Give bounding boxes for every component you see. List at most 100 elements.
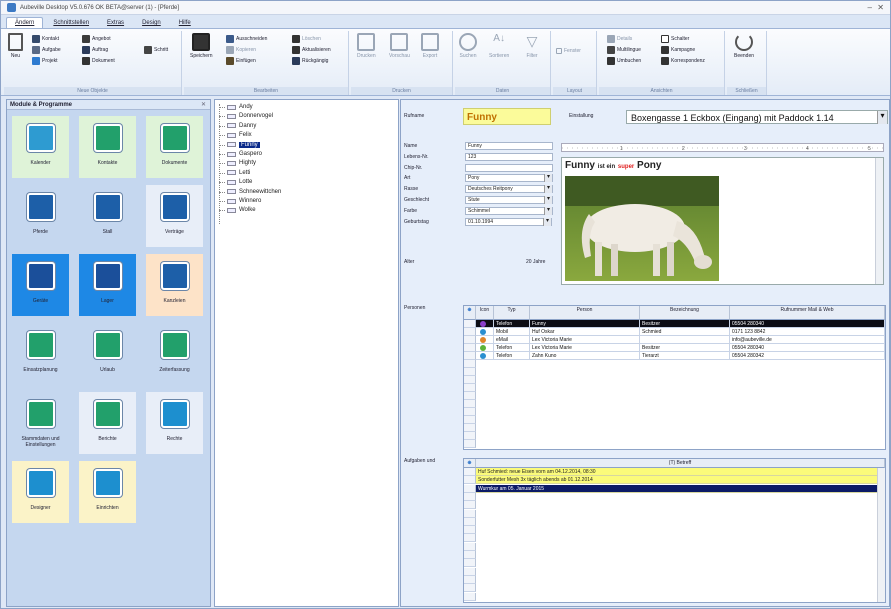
module-tile-10[interactable]: Einsatzplanung <box>12 323 69 385</box>
new-projekt-button[interactable]: Projekt <box>32 57 58 65</box>
module-tile-13[interactable]: Stammdaten und Einstellungen <box>12 392 69 454</box>
tab-schnittstellen[interactable]: Schnittstellen <box>45 18 97 28</box>
row-header[interactable] <box>464 509 476 518</box>
delete-button[interactable]: Löschen <box>292 35 321 43</box>
tab-hilfe[interactable]: Hilfe <box>171 18 199 28</box>
tree-item[interactable]: Andy <box>219 103 253 111</box>
undo-button[interactable]: Rückgängig <box>292 57 328 65</box>
search-button[interactable]: Suchen <box>459 33 477 59</box>
row-header[interactable] <box>464 575 476 584</box>
module-tile-7[interactable]: Geräte <box>12 254 69 316</box>
field-input-7[interactable]: Schimmel <box>465 206 553 215</box>
tree-item[interactable]: Schneewittchen <box>219 188 281 196</box>
module-tile-2[interactable]: Kontakte <box>79 116 136 178</box>
module-tile-12[interactable]: Zeiterfassung <box>146 323 203 385</box>
row-header[interactable] <box>464 360 476 368</box>
tab-extras[interactable]: Extras <box>99 18 132 28</box>
filter-button[interactable]: ▽ Filter <box>523 33 541 59</box>
row-header[interactable] <box>464 567 476 576</box>
tree-item[interactable]: Felix <box>219 131 252 139</box>
new-schritt-button[interactable]: Schritt <box>144 46 168 54</box>
rufname-field[interactable]: Funny <box>463 108 551 125</box>
row-header[interactable] <box>464 476 476 485</box>
panel-close-icon[interactable]: ✕ <box>201 100 206 110</box>
tree-item[interactable]: Danny <box>219 122 256 130</box>
col-icon[interactable]: Icon <box>476 306 494 320</box>
tree-item[interactable]: Highty <box>219 159 256 167</box>
window-toggle[interactable]: Fenster <box>556 48 581 54</box>
row-header[interactable] <box>464 584 476 593</box>
row-header[interactable] <box>464 517 476 526</box>
row-header[interactable] <box>464 376 476 384</box>
row-header[interactable] <box>464 384 476 392</box>
tab-design[interactable]: Design <box>134 18 169 28</box>
row-header[interactable] <box>464 592 476 601</box>
col-typ[interactable]: Typ <box>494 306 530 320</box>
module-tile-14[interactable]: Berichte <box>79 392 136 454</box>
row-header[interactable] <box>464 344 476 352</box>
tree-item[interactable]: Wolke <box>219 206 256 214</box>
aufgaben-scrollbar[interactable] <box>877 468 885 602</box>
field-input-6[interactable]: Stute <box>465 196 553 204</box>
module-tile-5[interactable]: Stall <box>79 185 136 247</box>
row-header[interactable] <box>464 526 476 535</box>
field-input-5[interactable]: Deutsches Reitpony <box>465 185 553 194</box>
module-tile-16[interactable]: Designer <box>12 461 69 523</box>
row-header[interactable] <box>464 392 476 400</box>
multilingue-button[interactable]: Multilingue <box>607 46 641 54</box>
row-header[interactable] <box>464 559 476 568</box>
col-betreff[interactable]: (T) Betreff <box>476 459 885 468</box>
module-tile-4[interactable]: Pferde <box>12 185 69 247</box>
field-input-2[interactable]: 123 <box>465 152 553 161</box>
cut-button[interactable]: Ausschneiden <box>226 35 267 43</box>
row-header[interactable] <box>464 484 476 493</box>
table-row[interactable]: Mobil Huf Oskar Schmied 0171 123 8842 <box>476 328 885 336</box>
row-header[interactable] <box>464 336 476 344</box>
field-input-8[interactable]: 01.10.1994 <box>465 217 552 226</box>
field-input-1[interactable]: Funny <box>465 142 553 150</box>
export-button[interactable]: Export <box>421 33 439 59</box>
row-header[interactable] <box>464 328 476 336</box>
grid-pin-icon[interactable]: ⊕ <box>464 306 476 320</box>
row-header[interactable] <box>464 368 476 376</box>
row-header[interactable] <box>464 352 476 360</box>
new-angebot-button[interactable]: Angebot <box>82 35 111 43</box>
task-row[interactable]: Sonderfutter Mesh 3x täglich abends ab 0… <box>476 476 877 485</box>
new-button[interactable]: Neu <box>8 33 23 59</box>
notes-editor[interactable]: Funny ist ein super Pony <box>561 157 884 285</box>
row-header[interactable] <box>464 400 476 408</box>
details-button[interactable]: Details <box>607 35 632 43</box>
row-header[interactable] <box>464 432 476 440</box>
new-kontakt-button[interactable]: Kontakt <box>32 35 59 43</box>
module-tile-9[interactable]: Kanzleien <box>146 254 203 316</box>
tree-item[interactable]: Gaspero <box>219 150 262 158</box>
exit-button[interactable]: Beenden <box>734 33 754 59</box>
refresh-button[interactable]: Aktualisieren <box>292 46 331 54</box>
tree-item[interactable]: Funny <box>219 141 260 149</box>
module-tile-11[interactable]: Urlaub <box>79 323 136 385</box>
module-tile-1[interactable]: Kalender <box>12 116 69 178</box>
row-header[interactable] <box>464 534 476 543</box>
table-row[interactable]: Telefon Funny Besitzer 05504 280340 <box>476 320 885 328</box>
task-row[interactable]: Wurmkur am 05. Januar 2015 <box>476 484 877 493</box>
table-row[interactable]: Telefon Zahn Kuno Tierarzt 05504 280342 <box>476 352 885 360</box>
module-tile-8[interactable]: Lager <box>79 254 136 316</box>
col-bezeichnung[interactable]: Bezeichnung <box>640 306 730 320</box>
print-button[interactable]: Drucken <box>357 33 376 59</box>
col-rufnummer[interactable]: Rufnummer Mail & Web <box>730 306 885 320</box>
preview-button[interactable]: Vorschau <box>389 33 410 59</box>
new-dokument-button[interactable]: Dokument <box>82 57 115 65</box>
row-header[interactable] <box>464 501 476 510</box>
row-header[interactable] <box>464 424 476 432</box>
row-header[interactable] <box>464 542 476 551</box>
close-icon[interactable]: ✕ <box>877 3 884 12</box>
umbuchen-button[interactable]: Umbuchen <box>607 57 641 65</box>
tree-item[interactable]: Lotte <box>219 178 252 186</box>
save-button[interactable]: Speichern <box>190 33 213 59</box>
row-header[interactable] <box>464 416 476 424</box>
tree-item[interactable]: Letti <box>219 169 250 177</box>
grid-pin-icon[interactable]: ⊕ <box>464 459 476 468</box>
new-aufgabe-button[interactable]: Aufgabe <box>32 46 61 54</box>
notes-scrollbar[interactable] <box>875 158 883 284</box>
module-tile-15[interactable]: Rechte <box>146 392 203 454</box>
